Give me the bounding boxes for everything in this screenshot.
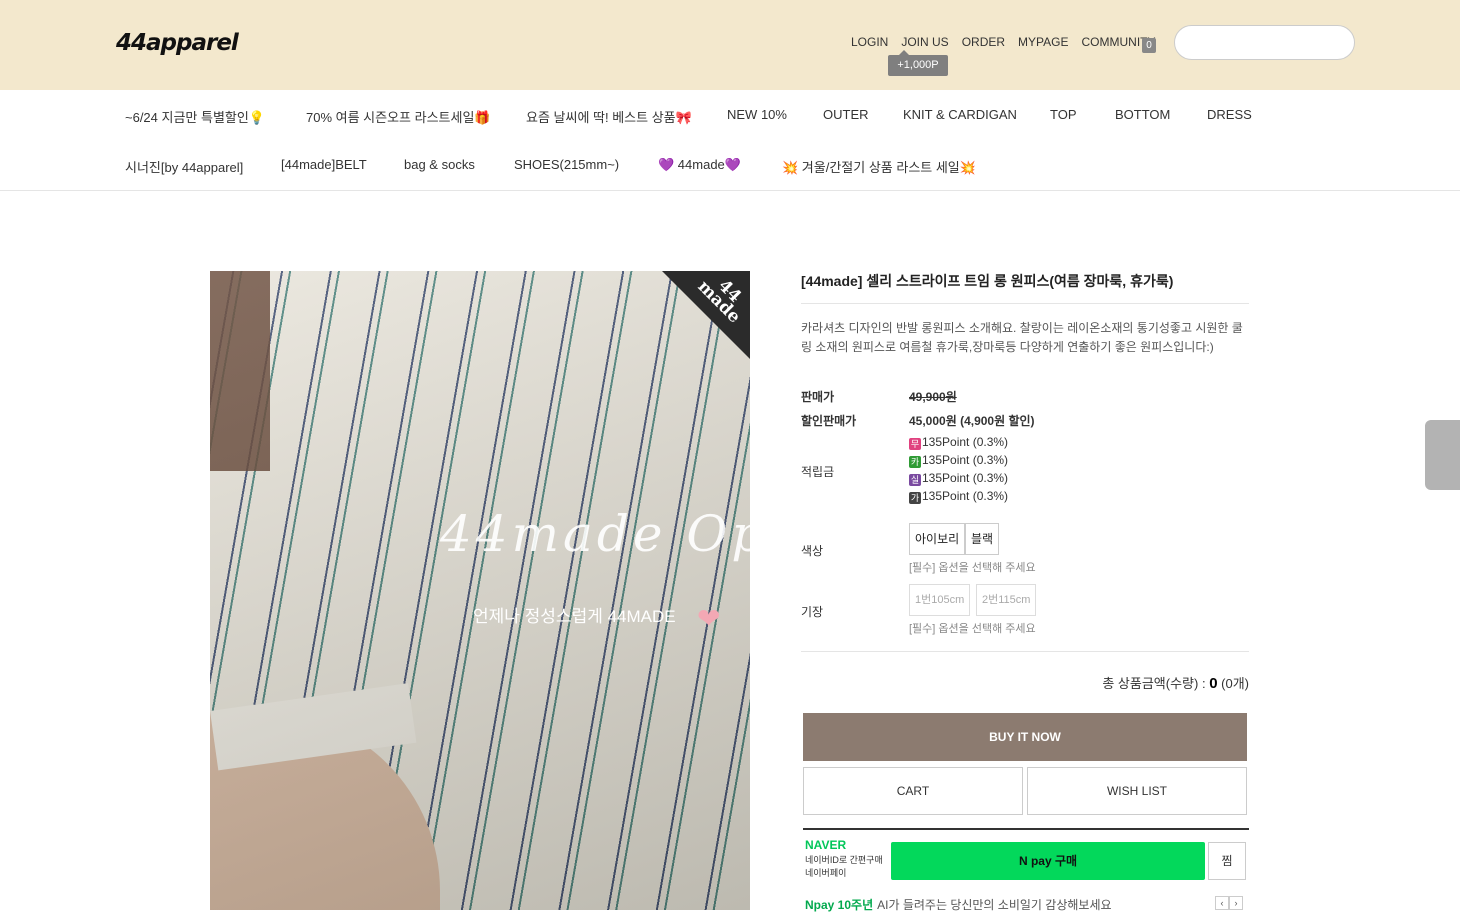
top-header: 44apparel LOGIN JOIN US ORDER MYPAGE COM… xyxy=(0,0,1460,90)
naver-sub-line-1: 네이버ID로 간편구매 xyxy=(805,855,883,865)
sale-price-label: 할인판매가 xyxy=(801,414,857,428)
price-label: 판매가 xyxy=(801,390,835,404)
nav-item-bag-socks[interactable]: bag & socks xyxy=(404,157,475,172)
nav-item-top[interactable]: TOP xyxy=(1050,107,1077,122)
order-link[interactable]: ORDER xyxy=(962,35,1005,49)
color-option-black[interactable]: 블랙 xyxy=(965,523,1000,555)
image-tagline: 언제나 정성스럽게 44MADE xyxy=(473,607,676,626)
nav-item-knit[interactable]: KNIT & CARDIGAN xyxy=(903,107,1017,122)
side-scroll-tab[interactable] xyxy=(1425,420,1460,490)
length-label: 기장 xyxy=(801,605,824,619)
length-option-115[interactable]: 2번115cm xyxy=(976,584,1037,616)
point-row: 실 135Point (0.3%) xyxy=(909,471,1008,486)
point-type-icon: 가 xyxy=(909,492,921,504)
buy-now-button[interactable]: BUY IT NOW xyxy=(803,713,1247,761)
chevron-right-icon[interactable]: › xyxy=(1229,896,1243,910)
length-option-105[interactable]: 1번105cm xyxy=(909,584,971,616)
product-title: [44made] 셀리 스트라이프 트임 롱 원피스(여름 장마룩, 휴가룩) xyxy=(801,271,1249,304)
cart-button[interactable]: CART xyxy=(803,767,1023,815)
color-required-hint: [필수] 옵션을 선택해 주세요 xyxy=(909,562,1036,574)
zzim-button[interactable]: 찜 xyxy=(1208,842,1246,880)
point-type-icon: 실 xyxy=(909,474,921,486)
point-type-icon: 카 xyxy=(909,456,921,468)
original-price: 49,900원 xyxy=(909,390,957,404)
site-logo[interactable]: 44apparel xyxy=(116,30,239,56)
nav-item-winter-sale[interactable]: 💥 겨울/간절기 상품 라스트 세일💥 xyxy=(782,157,976,176)
length-required-hint: [필수] 옵션을 선택해 주세요 xyxy=(909,623,1036,635)
search-input[interactable] xyxy=(1174,25,1355,60)
point-value: 135Point (0.3%) xyxy=(922,489,1009,503)
nav-item-bottom[interactable]: BOTTOM xyxy=(1115,107,1170,122)
point-value: 135Point (0.3%) xyxy=(922,453,1009,467)
nav-item-best[interactable]: 요즘 날씨에 딱! 베스트 상품🎀 xyxy=(526,107,692,126)
total-price: 총 상품금액(수량) : 0 (0개) xyxy=(1102,673,1249,692)
divider xyxy=(801,651,1249,652)
npay-promo[interactable]: Npay 10주년 AI가 들려주는 당신만의 소비일기 감상해보세요 xyxy=(805,896,1112,913)
nav-item-44made[interactable]: 💜 44made💜 xyxy=(658,157,741,173)
npay-promo-arrows: ‹ › xyxy=(1215,896,1243,910)
community-count-badge: 0 xyxy=(1142,38,1156,53)
naver-sub-line-2: 네이버페이 xyxy=(805,868,847,878)
join-link[interactable]: JOIN US xyxy=(901,35,948,49)
join-point-tooltip: +1,000P xyxy=(888,50,948,76)
nav-item-outer[interactable]: OUTER xyxy=(823,107,869,122)
npay-section: NAVER 네이버ID로 간편구매 네이버페이 N pay 구매 찜 Npay … xyxy=(803,828,1249,913)
npay-buy-button[interactable]: N pay 구매 xyxy=(891,842,1205,880)
nav-item-season-off[interactable]: 70% 여름 시즌오프 라스트세일🎁 xyxy=(306,107,491,126)
total-qty: (0개) xyxy=(1217,676,1249,691)
nav-item-shoes[interactable]: SHOES(215mm~) xyxy=(514,157,619,172)
point-row: 카 135Point (0.3%) xyxy=(909,453,1008,468)
nav-item-belt[interactable]: [44made]BELT xyxy=(281,157,367,172)
product-info: [44made] 셀리 스트라이프 트임 롱 원피스(여름 장마룩, 휴가룩) … xyxy=(801,271,1249,357)
naver-logo: NAVER xyxy=(805,838,847,852)
naver-subtext: 네이버ID로 간편구매 네이버페이 xyxy=(805,854,883,880)
image-shade xyxy=(210,271,750,910)
nav-item-new[interactable]: NEW 10% xyxy=(727,107,787,122)
point-row: 가 135Point (0.3%) xyxy=(909,489,1008,504)
chevron-left-icon[interactable]: ‹ xyxy=(1215,896,1229,910)
point-type-icon: 무 xyxy=(909,438,921,450)
nav-item-special-sale[interactable]: ~6/24 지금만 특별할인💡 xyxy=(125,107,265,126)
category-nav: ~6/24 지금만 특별할인💡 70% 여름 시즌오프 라스트세일🎁 요즘 날씨… xyxy=(0,90,1460,191)
points-label: 적립금 xyxy=(801,465,835,479)
total-value: 0 xyxy=(1209,675,1218,692)
total-label: 총 상품금액(수량) : xyxy=(1102,676,1210,691)
product-description: 카라셔츠 디자인의 반발 롱원피스 소개해요. 찰랑이는 레이온소재의 통기성좋… xyxy=(801,321,1243,354)
sale-price: 45,000원 (4,900원 할인) xyxy=(909,414,1035,428)
color-option-ivory[interactable]: 아이보리 xyxy=(909,523,966,555)
heart-icon: ❤ xyxy=(697,603,721,634)
top-menu: LOGIN JOIN US ORDER MYPAGE COMMUNITY xyxy=(851,35,1169,49)
point-value: 135Point (0.3%) xyxy=(922,471,1009,485)
nav-item-dress[interactable]: DRESS xyxy=(1207,107,1252,122)
login-link[interactable]: LOGIN xyxy=(851,35,888,49)
nav-item-synergy[interactable]: 시너진[by 44apparel] xyxy=(125,157,243,176)
image-script-text: 44made Ops xyxy=(440,505,797,563)
color-label: 색상 xyxy=(801,544,824,558)
point-row: 무 135Point (0.3%) xyxy=(909,435,1008,450)
product-main-image[interactable] xyxy=(210,271,750,910)
point-value: 135Point (0.3%) xyxy=(922,435,1009,449)
wish-list-button[interactable]: WISH LIST xyxy=(1027,767,1247,815)
mypage-link[interactable]: MYPAGE xyxy=(1018,35,1068,49)
